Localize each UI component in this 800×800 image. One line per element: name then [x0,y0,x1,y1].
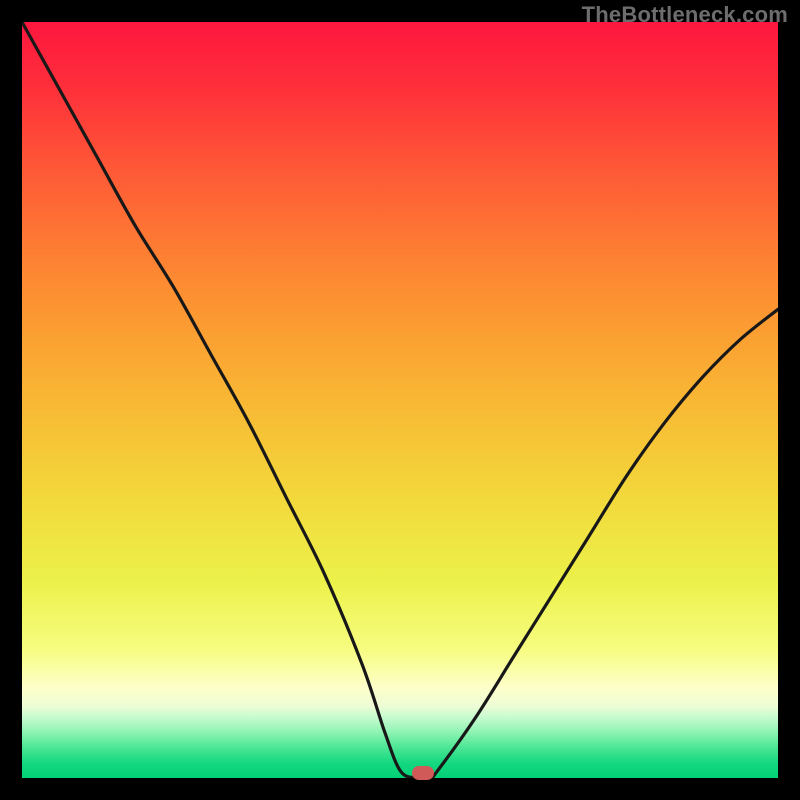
chart-frame: TheBottleneck.com [0,0,800,800]
curve-path [22,22,778,778]
bottleneck-curve [22,22,778,778]
plot-area [22,22,778,778]
optimum-marker [412,766,434,780]
